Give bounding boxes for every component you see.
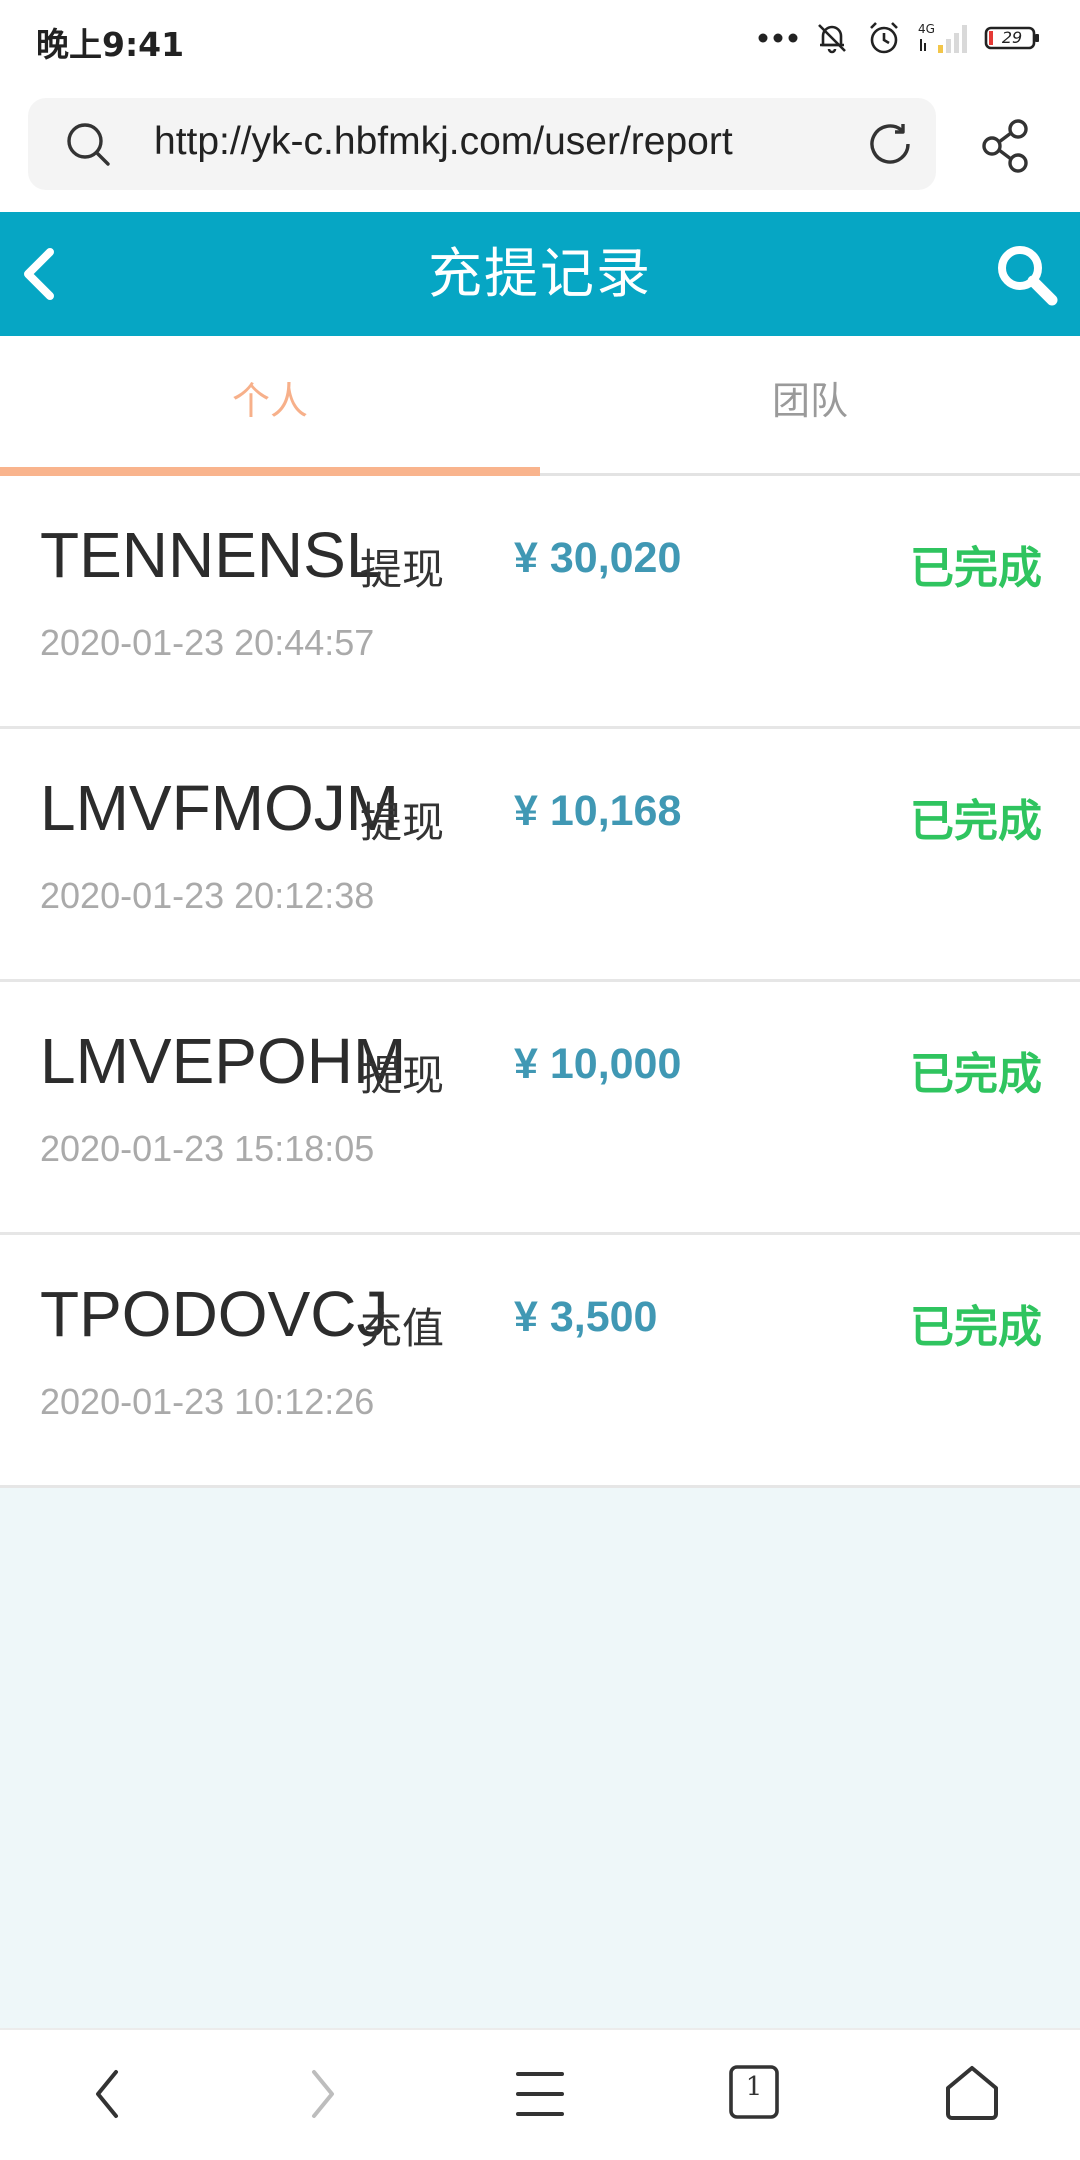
record-id: TENNENSL: [40, 519, 382, 591]
battery-icon: 29: [984, 24, 1040, 52]
battery-level: 29: [1001, 28, 1023, 47]
address-bar[interactable]: http://yk-c.hbfmkj.com/user/report: [28, 98, 936, 190]
status-badge: 已完成: [910, 1302, 1042, 1353]
record-type: 充值: [360, 1304, 445, 1353]
browser-bottom-nav: 1: [0, 2028, 1080, 2160]
back-arrow-icon[interactable]: [16, 246, 62, 306]
record-time: 2020-01-23 15:18:05: [40, 1128, 375, 1169]
network-type: 4G: [918, 22, 935, 36]
page: 晚上9:41 4G 29 http://yk-c.hbfmkj.com/user…: [0, 0, 1080, 2160]
record-id: TPODOVCJ: [40, 1278, 389, 1350]
record-type: 提现: [360, 545, 445, 594]
record-amount: ¥ 10,000: [514, 1040, 682, 1088]
record-time: 2020-01-23 20:12:38: [40, 875, 375, 916]
record-id: LMVFMOJM: [40, 772, 400, 844]
record-time: 2020-01-23 20:44:57: [40, 622, 375, 663]
record-id: LMVEPOHM: [40, 1025, 407, 1097]
tab-team[interactable]: 团队: [540, 336, 1080, 476]
list-item[interactable]: TENNENSL 提现 ¥ 30,020 已完成 2020-01-23 20:4…: [0, 476, 1080, 729]
record-amount: ¥ 30,020: [514, 534, 682, 582]
menu-icon[interactable]: [514, 2066, 566, 2126]
status-time: 晚上9:41: [36, 25, 185, 64]
tab-count: 1: [745, 2072, 763, 2102]
more-dots-icon: [758, 32, 798, 44]
alarm-icon: [866, 20, 902, 56]
record-amount: ¥ 3,500: [514, 1293, 658, 1341]
record-time: 2020-01-23 10:12:26: [40, 1381, 375, 1422]
share-icon[interactable]: [980, 118, 1034, 178]
status-icons: 4G 29: [758, 18, 1040, 58]
status-bar: 晚上9:41 4G 29: [0, 0, 1080, 78]
reload-icon[interactable]: [864, 118, 916, 174]
active-tab-indicator: [0, 467, 540, 476]
nav-back-icon[interactable]: [90, 2066, 126, 2126]
empty-area: [0, 1488, 1080, 2028]
list-item[interactable]: LMVEPOHM 提现 ¥ 10,000 已完成 2020-01-23 15:1…: [0, 982, 1080, 1235]
tab-bar: 个人 团队: [0, 336, 1080, 476]
list-item[interactable]: TPODOVCJ 充值 ¥ 3,500 已完成 2020-01-23 10:12…: [0, 1235, 1080, 1488]
page-title: 充提记录: [428, 242, 652, 305]
browser-toolbar: http://yk-c.hbfmkj.com/user/report: [0, 78, 1080, 212]
home-icon[interactable]: [942, 2062, 1002, 2126]
record-type: 提现: [360, 1051, 445, 1100]
signal-icon: 4G: [918, 21, 968, 55]
nav-forward-icon[interactable]: [304, 2066, 340, 2126]
list-item[interactable]: LMVFMOJM 提现 ¥ 10,168 已完成 2020-01-23 20:1…: [0, 729, 1080, 982]
status-badge: 已完成: [910, 796, 1042, 847]
record-list: TENNENSL 提现 ¥ 30,020 已完成 2020-01-23 20:4…: [0, 476, 1080, 1488]
status-badge: 已完成: [910, 543, 1042, 594]
mute-bell-icon: [814, 20, 850, 56]
url-text[interactable]: http://yk-c.hbfmkj.com/user/report: [154, 120, 866, 164]
status-badge: 已完成: [910, 1049, 1042, 1100]
tabs-count-button[interactable]: 1: [728, 2064, 780, 2120]
app-header: 充提记录: [0, 212, 1080, 336]
search-icon: [64, 120, 114, 174]
search-icon[interactable]: [994, 242, 1060, 312]
record-type: 提现: [360, 798, 445, 847]
tab-personal[interactable]: 个人: [0, 336, 540, 476]
record-amount: ¥ 10,168: [514, 787, 682, 835]
